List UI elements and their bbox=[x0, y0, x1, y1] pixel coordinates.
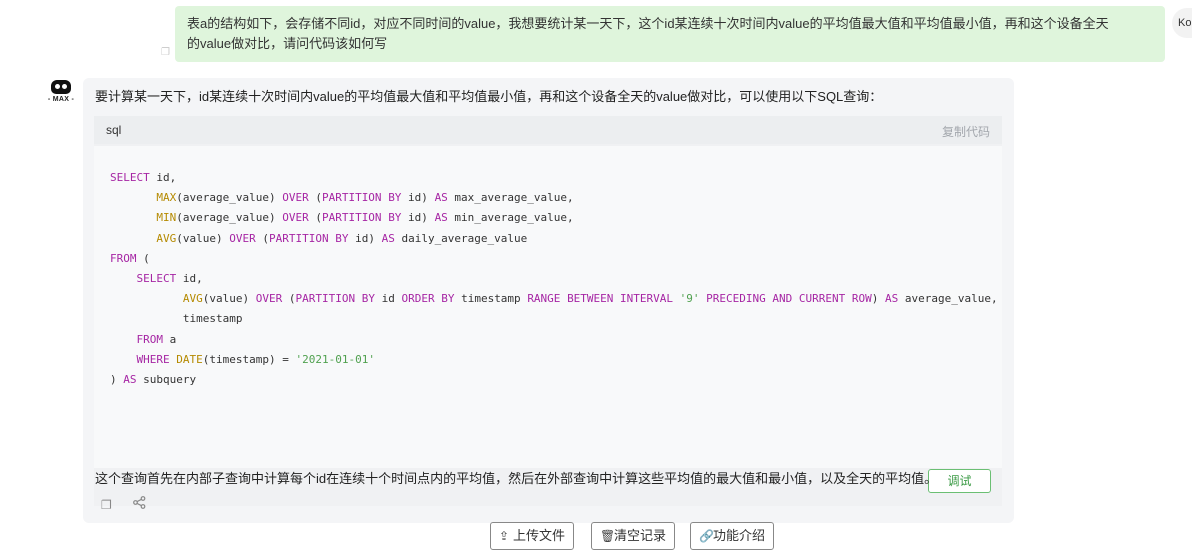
code-line: ) AS subquery bbox=[110, 373, 197, 387]
copy-icon[interactable]: ❐ bbox=[101, 498, 115, 512]
bot-avatar-label: - MAX - bbox=[47, 96, 75, 103]
code-line: MIN(average_value) OVER (PARTITION BY id… bbox=[156, 211, 574, 225]
code-line: timestamp bbox=[110, 312, 243, 326]
user-message-bubble: 表a的结构如下，会存储不同id，对应不同时间的value，我想要统计某一天下，这… bbox=[175, 6, 1165, 62]
code-line: FROM a bbox=[136, 332, 177, 346]
user-message-line-2: 的value做对比，请问代码该如何写 bbox=[187, 36, 388, 51]
bot-summary-text: 这个查询首先在内部子查询中计算每个id在连续十个时间点内的平均值，然后在外部查询… bbox=[95, 471, 938, 486]
code-line: SELECT id, bbox=[110, 171, 177, 184]
code-line: MAX(average_value) OVER (PARTITION BY id… bbox=[156, 191, 574, 205]
code-block: sql 复制代码 SELECT id, MAX(average_value) O… bbox=[94, 116, 1002, 506]
bot-action-bar: ❐ bbox=[101, 496, 161, 512]
copy-code-button[interactable]: 复制代码 bbox=[942, 123, 990, 140]
bot-intro-text: 要计算某一天下，id某连续十次时间内value的平均值最大值和平均值最小值，再和… bbox=[95, 89, 883, 104]
user-avatar: Ko bbox=[1172, 8, 1192, 38]
code-language-label: sql bbox=[106, 123, 122, 137]
code-body: SELECT id, MAX(average_value) OVER (PART… bbox=[94, 146, 1002, 468]
code-line: AVG(value) OVER (PARTITION BY id) AS dai… bbox=[156, 231, 528, 245]
code-line: SELECT id, bbox=[136, 272, 203, 286]
link-icon: 🔗 bbox=[699, 529, 714, 543]
trash-icon: 🗑 bbox=[600, 529, 616, 543]
code-header: sql 复制代码 bbox=[94, 116, 1002, 144]
clear-history-button[interactable]: 🗑清空记录 bbox=[591, 522, 676, 550]
code-line: FROM ( bbox=[110, 251, 150, 265]
feature-intro-label: 功能介绍 bbox=[713, 528, 766, 543]
feature-intro-button[interactable]: 🔗功能介绍 bbox=[690, 522, 775, 550]
code-line: AVG(value) OVER (PARTITION BY id ORDER B… bbox=[182, 292, 998, 306]
debug-button[interactable]: 调试 bbox=[928, 469, 991, 493]
code-content: SELECT id, MAX(average_value) OVER (PART… bbox=[110, 168, 998, 390]
upload-icon: ⇪ bbox=[499, 529, 510, 543]
share-icon[interactable] bbox=[133, 496, 147, 510]
upload-file-button[interactable]: ⇪ 上传文件 bbox=[490, 522, 575, 550]
upload-file-label: 上传文件 bbox=[513, 528, 566, 543]
code-line: WHERE DATE(timestamp) = '2021-01-01' bbox=[136, 352, 375, 366]
user-message-line-1: 表a的结构如下，会存储不同id，对应不同时间的value，我想要统计某一天下，这… bbox=[187, 16, 1109, 31]
user-message-row: ❐ 表a的结构如下，会存储不同id，对应不同时间的value，我想要统计某一天下… bbox=[0, 0, 1192, 70]
bot-message-panel: 要计算某一天下，id某连续十次时间内value的平均值最大值和平均值最小值，再和… bbox=[83, 78, 1014, 523]
clear-history-label: 清空记录 bbox=[614, 528, 667, 543]
robot-icon bbox=[51, 80, 71, 94]
copy-icon[interactable]: ❐ bbox=[161, 47, 172, 58]
bot-avatar: - MAX - bbox=[46, 80, 76, 108]
